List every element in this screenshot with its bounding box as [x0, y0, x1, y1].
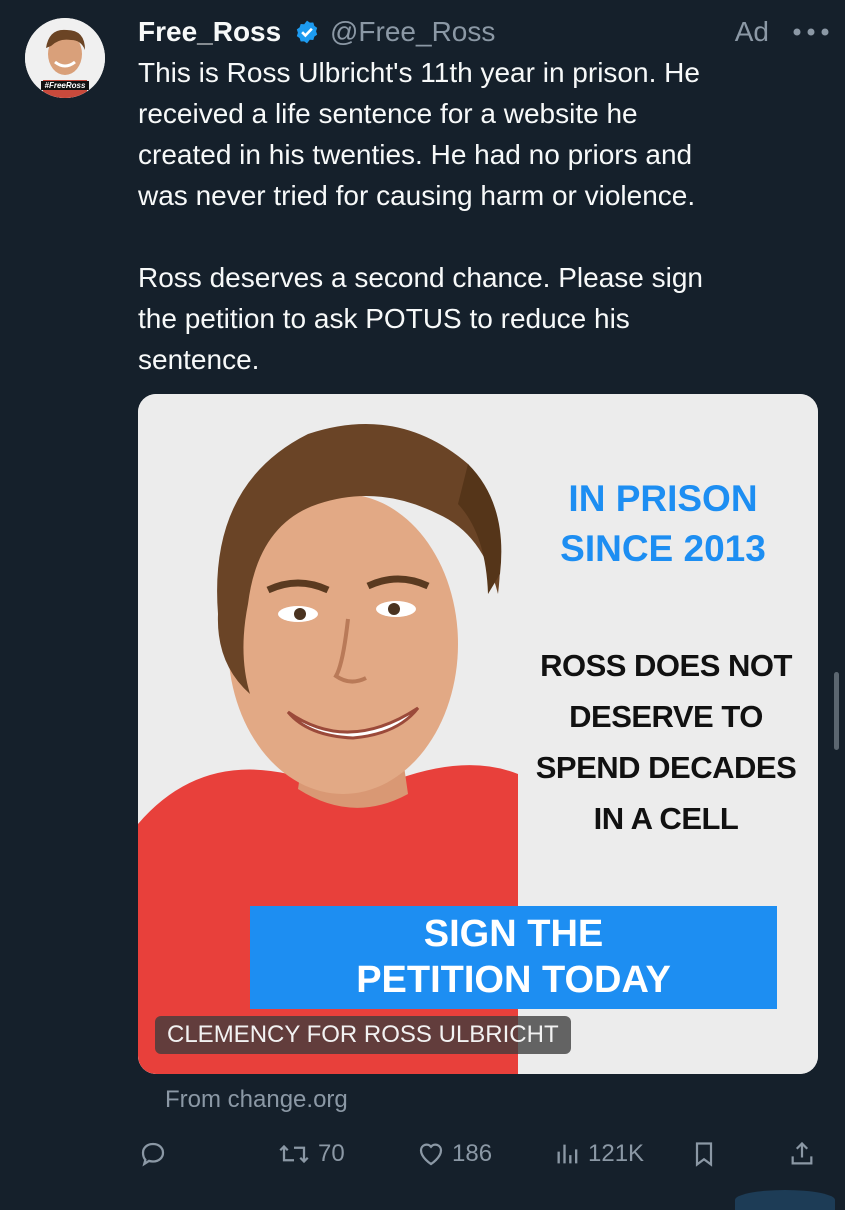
reply-button[interactable] [138, 1134, 168, 1174]
verified-badge-icon [296, 20, 318, 44]
handle[interactable]: @Free_Ross [330, 14, 495, 50]
tweet-actions: 70 186 121K [138, 1134, 818, 1174]
like-count: 186 [452, 1140, 493, 1167]
bookmark-button[interactable] [690, 1134, 718, 1174]
display-name[interactable]: Free_Ross [138, 14, 281, 50]
like-button[interactable]: 186 [416, 1134, 492, 1174]
views-button[interactable]: 121K [554, 1134, 644, 1174]
media-card[interactable]: IN PRISON SINCE 2013 ROSS DOES NOT DESER… [138, 394, 818, 1074]
tweet-header: Free_Ross @Free_Ross Ad [138, 14, 831, 54]
tweet-text: This is Ross Ulbricht's 11th year in pri… [138, 52, 818, 380]
sign-petition-banner[interactable]: SIGN THE PETITION TODAY [250, 906, 777, 1009]
more-options-icon[interactable] [791, 24, 831, 40]
share-button[interactable] [788, 1134, 816, 1174]
card-source-link[interactable]: From change.org [165, 1084, 348, 1116]
views-count: 121K [588, 1140, 645, 1167]
floating-button-edge[interactable] [735, 1190, 835, 1210]
reply-icon [141, 1142, 165, 1167]
scrollbar[interactable] [834, 672, 839, 750]
retweet-button[interactable]: 70 [276, 1134, 345, 1174]
retweet-icon [279, 1144, 309, 1164]
share-icon [791, 1141, 813, 1165]
ad-label: Ad [734, 16, 769, 47]
tweet-paragraph-1: This is Ross Ulbricht's 11th year in pri… [138, 57, 700, 211]
avatar-tag: #FreeRoss [41, 81, 89, 90]
tweet-paragraph-2: Ross deserves a second chance. Please si… [138, 262, 703, 375]
views-icon [557, 1144, 578, 1164]
heart-icon [419, 1143, 443, 1166]
retweet-count: 70 [318, 1140, 345, 1167]
bookmark-icon [695, 1142, 713, 1167]
avatar[interactable]: #FreeRoss [25, 18, 105, 98]
card-headline-prison: IN PRISON SINCE 2013 [560, 478, 766, 569]
card-caption: CLEMENCY FOR ROSS ULBRICHT [155, 1016, 571, 1054]
card-headline-cell: ROSS DOES NOT DESERVE TO SPEND DECADES I… [535, 648, 797, 836]
